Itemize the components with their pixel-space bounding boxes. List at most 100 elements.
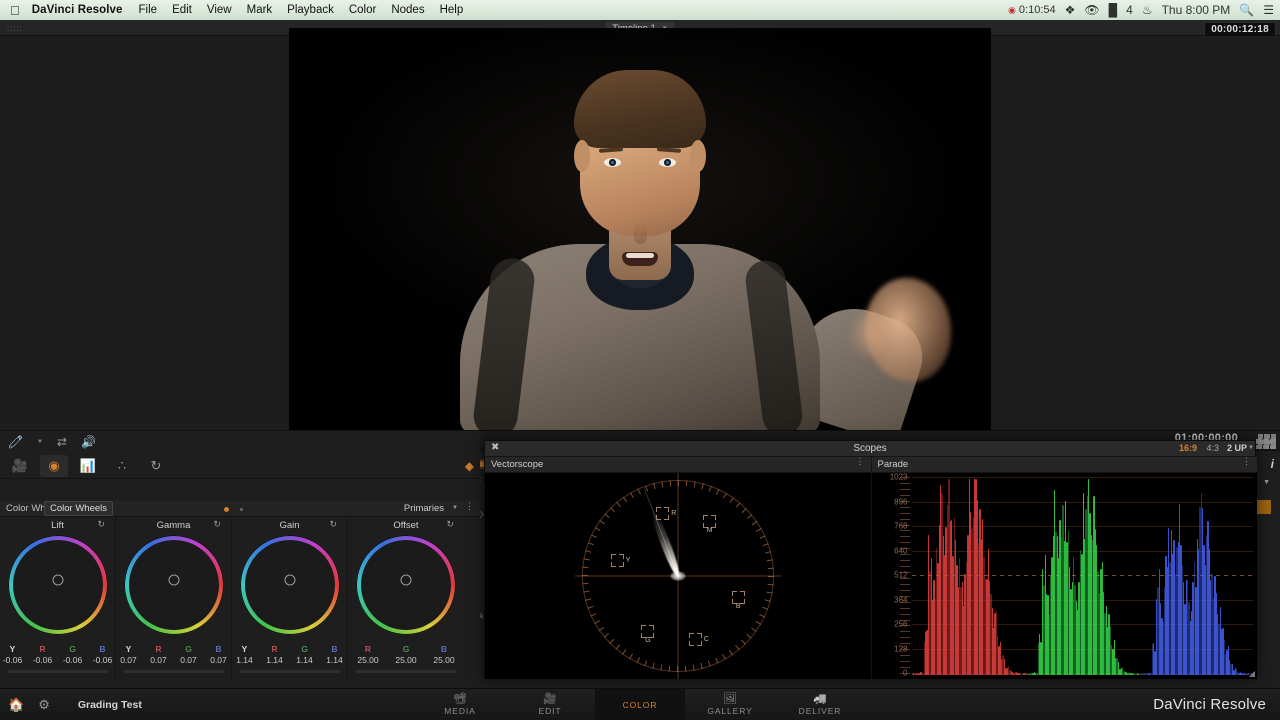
aspect-16-9-button[interactable]: 16:9 — [1179, 443, 1197, 453]
flame-icon[interactable]: ♨ — [1142, 3, 1153, 17]
chevron-down-icon[interactable]: ▼ — [452, 505, 458, 511]
app-name-label[interactable]: DaVinci Resolve — [32, 4, 123, 16]
home-icon[interactable]: 🏠 — [8, 697, 24, 713]
parade-canvas[interactable]: 10238967686405123842561280 — [871, 473, 1257, 679]
menu-item-file[interactable]: File — [139, 4, 158, 16]
primaries-mode-label[interactable]: Primaries — [404, 503, 444, 514]
eye-icon[interactable]: 👁 — [1084, 3, 1099, 17]
layout-2up-button[interactable]: 2 UP — [1227, 443, 1247, 453]
menu-item-playback[interactable]: Playback — [287, 4, 334, 16]
menu-item-view[interactable]: View — [207, 4, 232, 16]
reset-icon[interactable]: ↻ — [213, 519, 221, 530]
chevron-down-icon[interactable]: ▼ — [37, 439, 43, 445]
value-number[interactable]: 0.07 — [208, 655, 230, 665]
value-number[interactable]: 1.14 — [294, 655, 316, 665]
wheel-master-slider[interactable] — [124, 670, 224, 673]
page-button-edit[interactable]: 🎥 EDIT — [505, 689, 595, 720]
menu-item-color[interactable]: Color — [349, 4, 376, 16]
wheel-gamma[interactable]: Gamma ↻ Y 0.07 R 0.07 G 0.07 B 0.07 — [116, 517, 232, 681]
tab-curves[interactable]: ↻ — [142, 455, 170, 477]
page-button-deliver[interactable]: 🚚 DELIVER — [775, 689, 865, 720]
reset-icon[interactable]: ↻ — [329, 519, 337, 530]
wheel-handle[interactable] — [400, 574, 412, 586]
resize-handle-icon[interactable]: ◢ — [1249, 669, 1255, 678]
vectorscope-target-m: M — [702, 514, 716, 534]
wheel-master-slider[interactable] — [356, 670, 456, 673]
wheel-offset[interactable]: Offset ↻ R 25.00 G 25.00 B 25.00 — [348, 517, 464, 681]
gear-icon[interactable]: ⚙ — [38, 697, 50, 713]
value-key: Y — [9, 644, 16, 654]
video-preview[interactable] — [289, 28, 991, 430]
wheel-gain[interactable]: Gain ↻ Y 1.14 R 1.14 G 1.14 B 1.14 — [232, 517, 348, 681]
menu-item-mark[interactable]: Mark — [247, 4, 273, 16]
value-number[interactable]: -0.06 — [92, 655, 114, 665]
tab-rgb-mixer[interactable]: 📊 — [74, 455, 102, 477]
battery-icon[interactable]: █ — [1109, 3, 1118, 17]
value-number[interactable]: 1.14 — [324, 655, 346, 665]
screen-recording-timer[interactable]: 0:10:54 — [1008, 4, 1056, 16]
info-icon[interactable]: i — [1271, 457, 1274, 471]
shuffle-icon[interactable]: ⇄ — [57, 435, 67, 449]
wheel-handle[interactable] — [52, 574, 63, 586]
value-number[interactable]: 0.07 — [118, 655, 140, 665]
brand-label: DaVinci Resolve — [1153, 696, 1266, 713]
kebab-menu-icon[interactable]: ⋮ — [856, 456, 865, 465]
chevron-down-icon[interactable]: ▼ — [1263, 479, 1270, 486]
value-key: Y — [125, 644, 132, 654]
aspect-4-3-button[interactable]: 4:3 — [1206, 443, 1219, 453]
page-button-gallery[interactable]: 🖼 GALLERY — [685, 689, 775, 720]
clock-label[interactable]: Thu 8:00 PM — [1162, 3, 1231, 17]
reset-icon[interactable]: ↻ — [446, 519, 454, 530]
page-button-color[interactable]: COLOR — [595, 688, 685, 720]
wheel-lift[interactable]: Lift ↻ Y -0.06 R -0.06 G -0.06 B -0.06 — [0, 517, 116, 681]
menu-item-edit[interactable]: Edit — [172, 4, 192, 16]
value-number[interactable]: 1.14 — [264, 655, 286, 665]
reset-icon[interactable]: ↻ — [97, 519, 105, 530]
vectorscope-label: Vectorscope — [491, 459, 544, 470]
value-number[interactable]: -0.06 — [32, 655, 54, 665]
tab-camera-raw[interactable]: 🎥 — [6, 455, 34, 477]
tab-motion-effects[interactable]: ∴ — [108, 455, 136, 477]
value-number[interactable]: 0.07 — [178, 655, 200, 665]
dropbox-icon[interactable]: ❖ — [1065, 3, 1076, 17]
parade-channel-blue — [1139, 473, 1254, 679]
drag-handle-dots[interactable]: ::::: — [7, 24, 23, 33]
value-key: R — [39, 644, 46, 654]
wheel-handle[interactable] — [284, 574, 295, 586]
scopes-title: Scopes — [853, 443, 887, 454]
chevron-down-icon[interactable]: ▼ — [1248, 445, 1254, 451]
search-icon[interactable]: 🔍 — [1239, 3, 1254, 17]
value-number[interactable]: 25.00 — [391, 655, 421, 665]
page-button-media[interactable]: 📽 MEDIA — [415, 689, 505, 720]
scopes-title-bar[interactable]: ✖ Scopes 16:9 4:3 2 UP ▼ — [485, 441, 1255, 457]
vectorscope-center-core — [669, 571, 686, 581]
value-key: B — [331, 644, 338, 654]
vectorscope-target-y: Y — [610, 553, 630, 567]
bars-icon: 📊 — [79, 457, 97, 473]
value-number[interactable]: -0.06 — [62, 655, 84, 665]
list-icon[interactable]: ☰ — [1263, 3, 1274, 17]
keyframe-toggle-icon[interactable]: ◆ — [465, 459, 474, 473]
vectorscope-canvas[interactable]: RMBCGY — [485, 473, 871, 679]
wheel-master-slider[interactable] — [240, 670, 340, 673]
kebab-menu-icon[interactable]: ⋮ — [465, 501, 474, 510]
wheels-header-title: Color Wh — [6, 503, 46, 514]
wheel-handle[interactable] — [168, 574, 179, 586]
value-number[interactable]: 1.14 — [234, 655, 256, 665]
bottom-navigation-bar: 🏠 ⚙ Grading Test 📽 MEDIA 🎥 EDIT COLOR 🖼 … — [0, 688, 1280, 720]
menu-item-help[interactable]: Help — [440, 4, 464, 16]
apple-icon[interactable]:  — [10, 4, 20, 17]
speaker-icon[interactable]: 🔊 — [81, 435, 96, 449]
menu-item-nodes[interactable]: Nodes — [391, 4, 424, 16]
scopes-window: ✖ Scopes 16:9 4:3 2 UP ▼ Vectorscope ⋮ R… — [484, 440, 1257, 679]
tab-color-wheels[interactable]: ◉ — [40, 454, 68, 477]
value-number[interactable]: -0.06 — [2, 655, 24, 665]
panel-layout-icon[interactable] — [1256, 439, 1276, 449]
kebab-menu-icon[interactable]: ⋮ — [1242, 456, 1251, 465]
eyedropper-icon[interactable]: 🧷 — [8, 435, 23, 449]
value-number[interactable]: 25.00 — [353, 655, 383, 665]
value-number[interactable]: 25.00 — [429, 655, 459, 665]
value-number[interactable]: 0.07 — [148, 655, 170, 665]
page-label: EDIT — [538, 705, 562, 716]
wheel-master-slider[interactable] — [8, 670, 108, 673]
